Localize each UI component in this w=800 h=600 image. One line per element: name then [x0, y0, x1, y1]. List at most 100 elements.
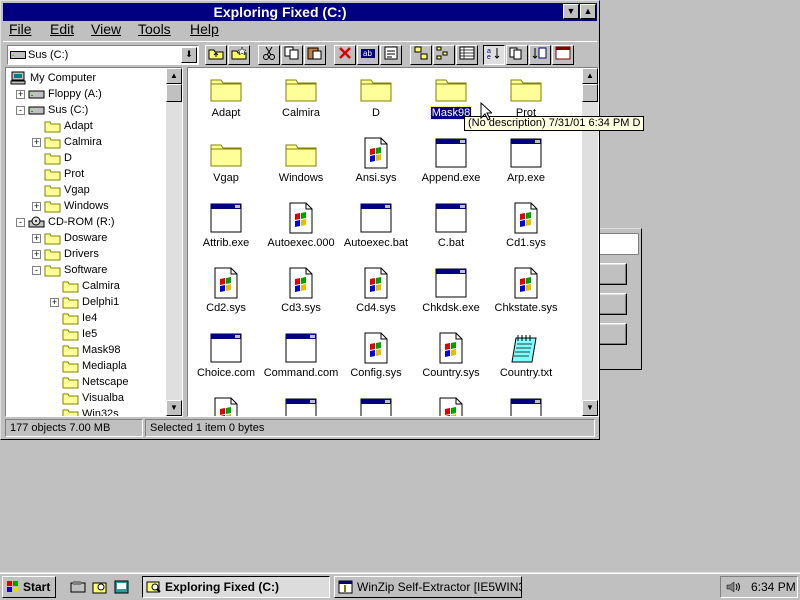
- menu-tools[interactable]: Tools: [138, 21, 171, 37]
- file-item[interactable]: [413, 395, 489, 416]
- start-button[interactable]: Start: [2, 576, 56, 598]
- sort-name-button[interactable]: ae: [483, 45, 505, 65]
- background-button-1[interactable]: [597, 263, 627, 285]
- tree-item[interactable]: + Calmira: [6, 134, 166, 150]
- dropdown-arrow-icon[interactable]: ⬇: [181, 47, 197, 63]
- sort-date-button[interactable]: [552, 45, 574, 65]
- map-drive-button[interactable]: [228, 45, 250, 65]
- collapse-icon[interactable]: -: [16, 218, 25, 227]
- file-item[interactable]: Cd1.sys: [488, 200, 564, 260]
- up-folder-button[interactable]: [205, 45, 227, 65]
- file-item[interactable]: [263, 395, 339, 416]
- file-item[interactable]: Country.txt: [488, 330, 564, 390]
- collapse-icon[interactable]: -: [16, 106, 25, 115]
- file-item[interactable]: Windows: [263, 135, 339, 195]
- expand-icon[interactable]: +: [50, 298, 59, 307]
- scroll-down-icon[interactable]: ▼: [582, 400, 598, 416]
- file-item[interactable]: Adapt: [188, 70, 264, 130]
- paste-button[interactable]: [304, 45, 326, 65]
- tree-item[interactable]: Mask98: [6, 342, 166, 358]
- file-item[interactable]: Cd3.sys: [263, 265, 339, 325]
- collapse-icon[interactable]: -: [32, 266, 41, 275]
- file-item[interactable]: Append.exe: [413, 135, 489, 195]
- background-button-3[interactable]: [597, 323, 627, 345]
- properties-button[interactable]: [380, 45, 402, 65]
- scroll-up-icon[interactable]: ▲: [582, 68, 598, 84]
- rename-button[interactable]: ab: [357, 45, 379, 65]
- tree-item[interactable]: + Windows: [6, 198, 166, 214]
- file-item[interactable]: Cd4.sys: [338, 265, 414, 325]
- file-item[interactable]: C.bat: [413, 200, 489, 260]
- scroll-thumb[interactable]: [582, 84, 598, 102]
- scroll-thumb[interactable]: [166, 84, 182, 102]
- file-item[interactable]: Autoexec.bat: [338, 200, 414, 260]
- tree-scrollbar[interactable]: ▲ ▼: [166, 68, 182, 416]
- tree-item[interactable]: + Drivers: [6, 246, 166, 262]
- task-winzip[interactable]: WinZip Self-Extractor [IE5WIN31...: [334, 576, 522, 598]
- menu-help[interactable]: Help: [190, 21, 219, 37]
- copy-button[interactable]: [281, 45, 303, 65]
- background-button-2[interactable]: [597, 293, 627, 315]
- scroll-up-icon[interactable]: ▲: [166, 68, 182, 84]
- title-bar[interactable]: Exploring Fixed (C:) ▼ ▲: [3, 3, 597, 21]
- file-item[interactable]: Config.sys: [338, 330, 414, 390]
- cut-button[interactable]: [258, 45, 280, 65]
- file-item[interactable]: Vgap: [188, 135, 264, 195]
- sort-type-button[interactable]: [506, 45, 528, 65]
- file-item[interactable]: Cd2.sys: [188, 265, 264, 325]
- tree-item[interactable]: + Floppy (A:): [6, 86, 166, 102]
- menu-view[interactable]: View: [91, 21, 121, 37]
- expand-icon[interactable]: +: [32, 138, 41, 147]
- tree-item[interactable]: Calmira: [6, 278, 166, 294]
- file-item[interactable]: Command.com: [263, 330, 339, 390]
- scroll-down-icon[interactable]: ▼: [166, 400, 182, 416]
- tree-item[interactable]: Ie4: [6, 310, 166, 326]
- expand-icon[interactable]: +: [32, 250, 41, 259]
- tree-item[interactable]: D: [6, 150, 166, 166]
- file-item[interactable]: Attrib.exe: [188, 200, 264, 260]
- tree-item[interactable]: - CD-ROM (R:): [6, 214, 166, 230]
- maximize-button[interactable]: ▲: [580, 4, 596, 19]
- tree-item[interactable]: - Software: [6, 262, 166, 278]
- tree-item[interactable]: + Delphi1: [6, 294, 166, 310]
- tree-item[interactable]: Prot: [6, 166, 166, 182]
- clock[interactable]: 6:34 PM: [751, 577, 796, 597]
- tree-item[interactable]: Visualba: [6, 390, 166, 406]
- delete-button[interactable]: [334, 45, 356, 65]
- minimize-button[interactable]: ▼: [563, 4, 579, 19]
- volume-icon[interactable]: [725, 580, 741, 594]
- tree-item[interactable]: Adapt: [6, 118, 166, 134]
- file-item[interactable]: Arp.exe: [488, 135, 564, 195]
- quicklaunch-explorer-icon[interactable]: [70, 579, 86, 595]
- tree-item[interactable]: My Computer: [6, 70, 166, 86]
- file-item[interactable]: Ansi.sys: [338, 135, 414, 195]
- tree-item[interactable]: - Sus (C:): [6, 102, 166, 118]
- file-item[interactable]: [188, 395, 264, 416]
- drive-combo[interactable]: Sus (C:) ⬇: [7, 45, 199, 65]
- file-item[interactable]: D: [338, 70, 414, 130]
- tree-item[interactable]: + Dosware: [6, 230, 166, 246]
- small-icons-button[interactable]: [433, 45, 455, 65]
- quicklaunch-search-icon[interactable]: [92, 579, 108, 595]
- sort-size-button[interactable]: [529, 45, 551, 65]
- file-item[interactable]: Country.sys: [413, 330, 489, 390]
- menu-edit[interactable]: Edit: [50, 21, 74, 37]
- file-item[interactable]: Chkdsk.exe: [413, 265, 489, 325]
- quicklaunch-app-icon[interactable]: [114, 579, 130, 595]
- file-item[interactable]: Chkstate.sys: [488, 265, 564, 325]
- tree-item[interactable]: Ie5: [6, 326, 166, 342]
- expand-icon[interactable]: +: [32, 234, 41, 243]
- file-item[interactable]: [338, 395, 414, 416]
- file-item[interactable]: [488, 395, 564, 416]
- menu-file[interactable]: File: [9, 21, 32, 37]
- task-exploring[interactable]: Exploring Fixed (C:): [142, 576, 330, 598]
- tree-item[interactable]: Vgap: [6, 182, 166, 198]
- expand-icon[interactable]: +: [32, 202, 41, 211]
- details-view-button[interactable]: [456, 45, 478, 65]
- file-item[interactable]: Calmira: [263, 70, 339, 130]
- large-icons-button[interactable]: [410, 45, 432, 65]
- tree-item[interactable]: Mediapla: [6, 358, 166, 374]
- tree-item[interactable]: Netscape: [6, 374, 166, 390]
- file-item[interactable]: Choice.com: [188, 330, 264, 390]
- file-item[interactable]: Autoexec.000: [263, 200, 339, 260]
